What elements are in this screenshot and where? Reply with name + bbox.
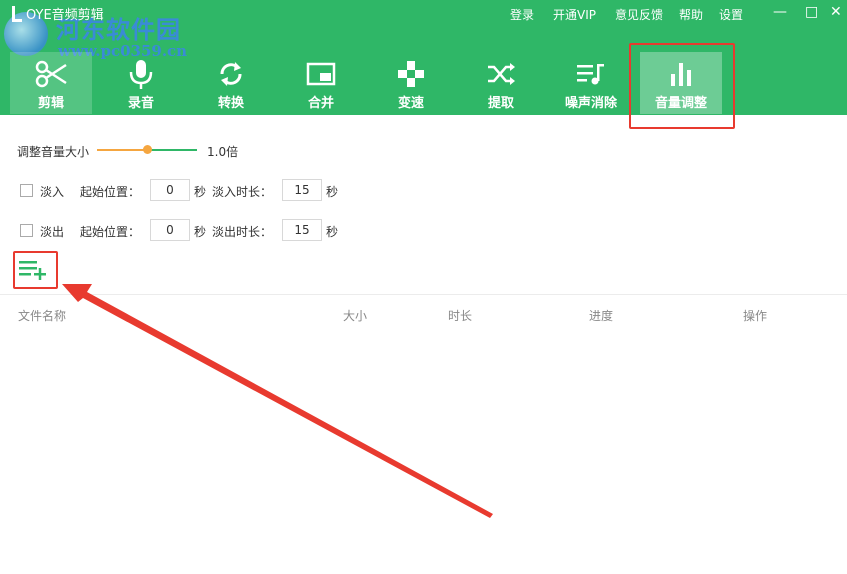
fade-in-duration-unit: 秒 xyxy=(326,185,339,199)
fade-out-start-unit: 秒 xyxy=(194,225,207,239)
gamepad-icon xyxy=(370,56,452,92)
fade-in-start-unit: 秒 xyxy=(194,185,207,199)
shuffle-icon xyxy=(460,56,542,92)
app-logo-icon xyxy=(12,5,22,22)
app-title-text: OYE音频剪辑 xyxy=(26,8,104,23)
tab-label: 录音 xyxy=(127,96,154,111)
app-title: OYE音频剪辑 xyxy=(12,4,104,23)
playlist-music-icon xyxy=(550,56,632,92)
fade-in-checkbox[interactable] xyxy=(20,184,33,197)
refresh-icon xyxy=(190,56,272,92)
menu-login[interactable]: 登录 xyxy=(510,6,534,23)
tab-record[interactable]: 录音 xyxy=(100,52,182,114)
volume-slider-track[interactable] xyxy=(147,149,197,151)
fade-in-start-input[interactable] xyxy=(150,179,190,201)
tab-speed[interactable]: 变速 xyxy=(370,52,452,114)
highlight-box-add xyxy=(13,251,58,289)
fade-out-duration-unit: 秒 xyxy=(326,225,339,239)
fade-in-start-label: 起始位置： xyxy=(80,185,141,199)
picture-in-picture-icon xyxy=(280,56,362,92)
fade-out-duration-label: 淡出时长： xyxy=(212,225,273,239)
menu-vip[interactable]: 开通VIP xyxy=(553,6,596,23)
menu-settings[interactable]: 设置 xyxy=(719,6,743,23)
tab-label: 转换 xyxy=(217,96,244,111)
tab-convert[interactable]: 转换 xyxy=(190,52,272,114)
title-bar: 河东软件园 www.pc0359.cn OYE音频剪辑 登录 开通VIP 意见反… xyxy=(0,0,847,60)
column-header-progress: 进度 xyxy=(589,309,614,323)
tab-label: 合并 xyxy=(307,96,334,111)
highlight-box-tab xyxy=(629,43,735,129)
tab-label: 噪声消除 xyxy=(564,96,617,111)
tab-merge[interactable]: 合并 xyxy=(280,52,362,114)
fade-out-start-label: 起始位置： xyxy=(80,225,141,239)
divider xyxy=(0,294,847,295)
volume-label: 调整音量大小 xyxy=(17,145,90,159)
fade-out-start-input[interactable] xyxy=(150,219,190,241)
volume-slider-filled xyxy=(97,149,147,151)
maximize-button[interactable]: □ xyxy=(805,4,818,20)
minimize-button[interactable]: — xyxy=(773,4,787,20)
fade-out-label: 淡出 xyxy=(40,225,65,239)
scissors-icon xyxy=(10,56,92,92)
fade-in-duration-input[interactable] xyxy=(282,179,322,201)
top-menu: 登录 xyxy=(510,6,534,23)
column-header-actions: 操作 xyxy=(743,309,768,323)
fade-out-checkbox[interactable] xyxy=(20,224,33,237)
volume-slider-handle[interactable] xyxy=(143,145,152,154)
fade-in-label: 淡入 xyxy=(40,185,65,199)
column-header-filename: 文件名称 xyxy=(18,309,67,323)
column-header-size: 大小 xyxy=(343,309,368,323)
tab-label: 剪辑 xyxy=(37,96,64,111)
tab-edit[interactable]: 剪辑 xyxy=(10,52,92,114)
menu-feedback[interactable]: 意见反馈 xyxy=(615,6,663,23)
microphone-icon xyxy=(100,56,182,92)
menu-help[interactable]: 帮助 xyxy=(679,6,703,23)
tab-label: 提取 xyxy=(487,96,514,111)
fade-out-duration-input[interactable] xyxy=(282,219,322,241)
volume-value: 1.0倍 xyxy=(207,145,239,159)
tab-label: 变速 xyxy=(397,96,424,111)
fade-in-duration-label: 淡入时长： xyxy=(212,185,273,199)
tab-noise-removal[interactable]: 噪声消除 xyxy=(550,52,632,114)
column-header-duration: 时长 xyxy=(448,309,473,323)
tab-extract[interactable]: 提取 xyxy=(460,52,542,114)
close-button[interactable]: ✕ xyxy=(830,4,842,20)
